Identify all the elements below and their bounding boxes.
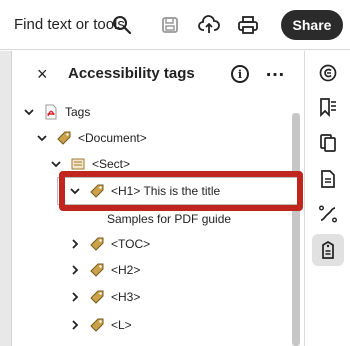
share-button[interactable]: Share [281,10,343,40]
tree-row-l[interactable]: <L> [69,313,132,337]
pdf-icon [43,104,59,120]
chevron-down-icon[interactable] [23,106,35,118]
info-icon[interactable]: i [231,65,249,83]
tree-label: <TOC> [111,237,151,251]
tree-label: <H3> [111,290,141,304]
right-toolbar [304,51,350,346]
save-icon[interactable] [158,13,182,37]
tree-label: <H2> [111,263,141,277]
left-scroll-strip [0,51,12,346]
tree-label: Samples for PDF guide [107,212,232,226]
tag-icon [89,317,105,333]
top-toolbar: Find text or tools Share [0,0,350,50]
comment-icon[interactable] [316,61,340,85]
tree-label: <Document> [78,131,147,145]
highlight-annotation-box [59,171,303,211]
search-icon[interactable] [110,13,134,37]
chevron-right-icon[interactable] [69,319,81,331]
close-icon[interactable]: × [37,65,48,83]
tree-label: Tags [65,105,91,119]
tag-icon [89,289,105,305]
tree-row-h3[interactable]: <H3> [69,285,140,309]
panel-title: Accessibility tags [68,65,195,82]
pages-icon[interactable] [316,131,340,155]
tag-icon [56,130,72,146]
panel-header: × Accessibility tags i … [13,51,304,99]
tree-row-tags[interactable]: Tags [23,100,90,124]
chevron-down-icon[interactable] [50,158,62,170]
scrollbar[interactable] [292,113,300,346]
chevron-down-icon[interactable] [36,132,48,144]
bookmark-icon[interactable] [316,95,340,119]
section-icon [70,156,86,172]
chevron-right-icon[interactable] [69,264,81,276]
tree-row-h2[interactable]: <H2> [69,258,140,282]
tree-label: <L> [111,318,132,332]
document-icon[interactable] [316,167,340,191]
tag-icon [89,262,105,278]
scrollbar-thumb[interactable] [292,113,300,346]
tag-icon [89,236,105,252]
tree-label: <Sect> [92,157,131,171]
tree-row-toc[interactable]: <TOC> [69,232,150,256]
chevron-right-icon[interactable] [69,238,81,250]
tree-row-document[interactable]: <Document> [36,126,147,150]
print-icon[interactable] [236,13,260,37]
tools-icon[interactable] [316,202,340,226]
find-text-label[interactable]: Find text or tools [14,16,125,33]
upload-icon[interactable] [197,13,221,37]
more-options-icon[interactable]: … [265,59,286,82]
accessibility-tags-icon[interactable] [316,238,340,262]
chevron-right-icon[interactable] [69,291,81,303]
